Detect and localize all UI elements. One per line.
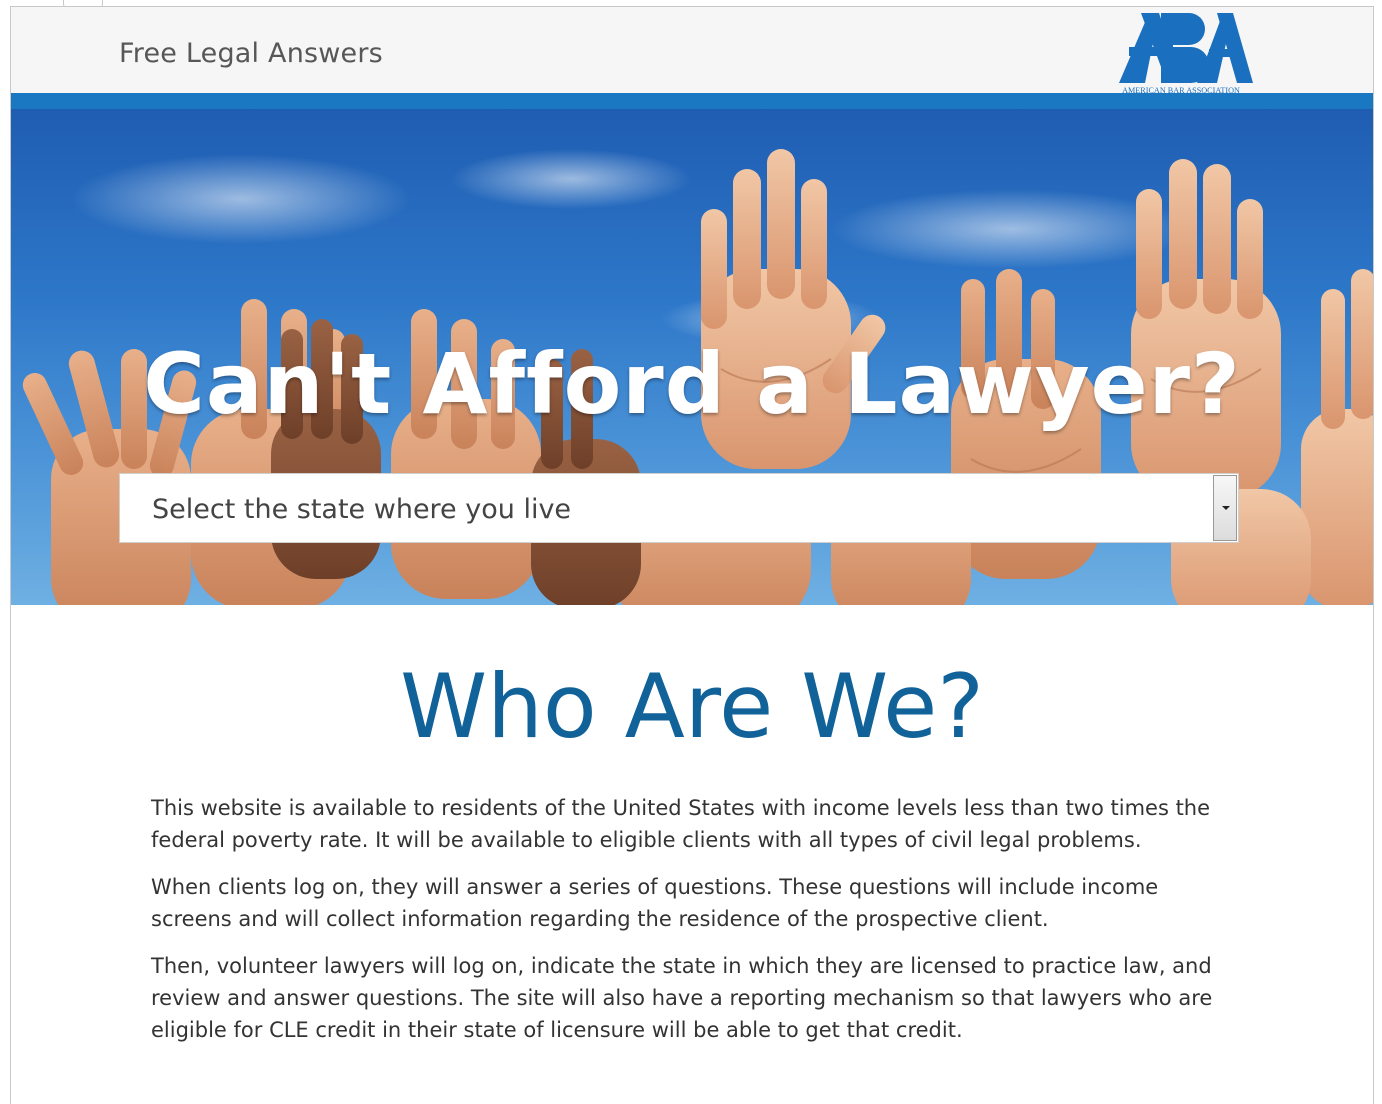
page-frame: Free Legal Answers AMERICAN BAR ASSOCIAT…: [10, 6, 1374, 1104]
about-paragraph: Then, volunteer lawyers will log on, ind…: [151, 954, 1213, 1042]
state-select-placeholder: Select the state where you live: [152, 494, 572, 525]
about-paragraph: This website is available to residents o…: [151, 796, 1211, 852]
about-content: This website is available to residents o…: [151, 792, 1241, 1061]
dropdown-arrow-button[interactable]: [1213, 475, 1237, 541]
hero-banner: Can't Afford a Lawyer? Select the state …: [11, 109, 1373, 605]
header-accent-bar: [11, 93, 1373, 109]
about-heading: Who Are We?: [400, 655, 984, 758]
about-paragraph: When clients log on, they will answer a …: [151, 875, 1159, 931]
state-select-dropdown[interactable]: Select the state where you live: [119, 473, 1239, 543]
aba-logo[interactable]: AMERICAN BAR ASSOCIATION: [1105, 13, 1257, 95]
site-header: Free Legal Answers AMERICAN BAR ASSOCIAT…: [11, 7, 1373, 95]
hero-title: Can't Afford a Lawyer?: [143, 335, 1241, 433]
chevron-down-icon: [1222, 506, 1230, 510]
site-title[interactable]: Free Legal Answers: [119, 38, 383, 69]
